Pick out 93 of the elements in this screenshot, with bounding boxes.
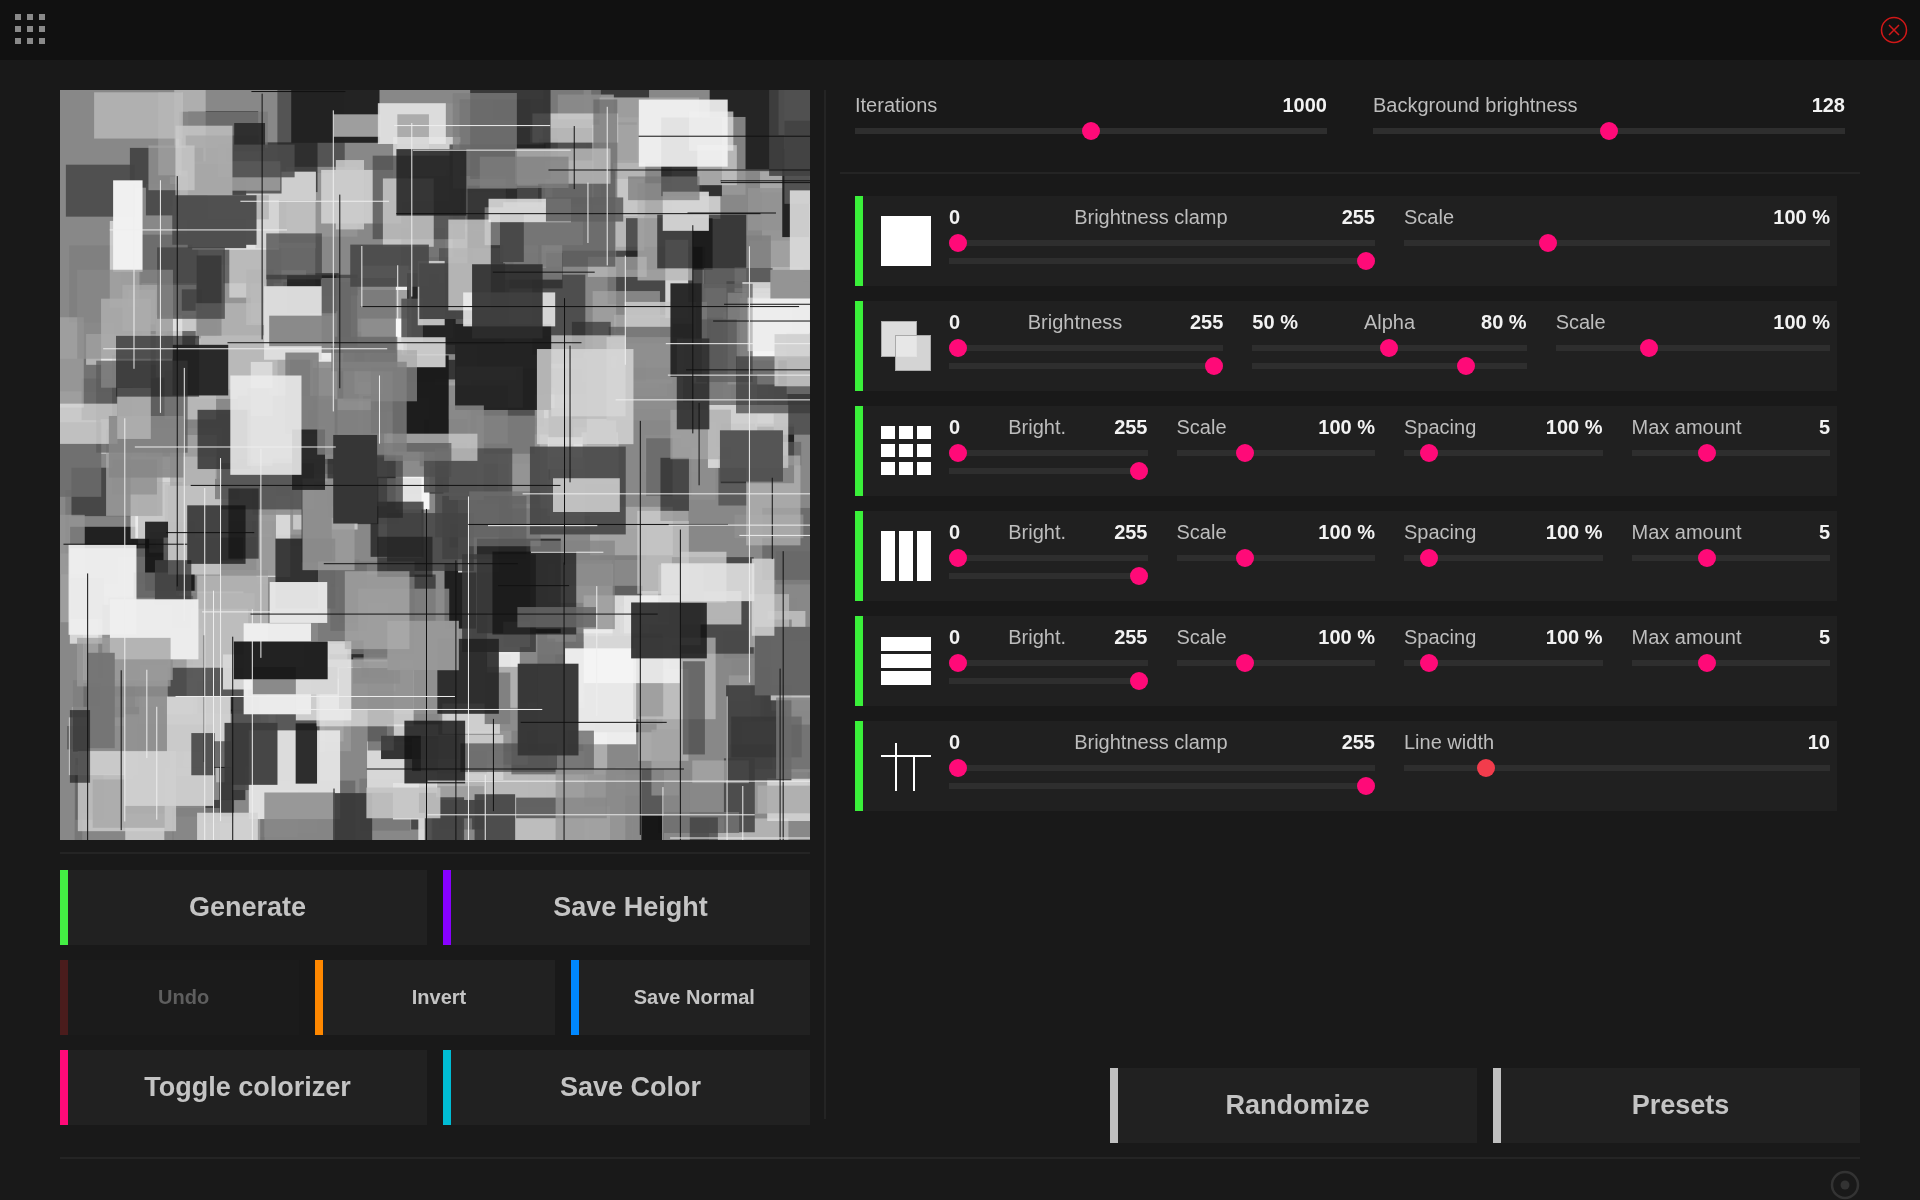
slider-thumb[interactable] — [1205, 357, 1224, 375]
action-button[interactable]: Save Normal — [570, 960, 810, 1035]
range-min-value: 0 — [949, 626, 961, 649]
slider-value: 100 % — [1318, 626, 1375, 649]
slider-label: Background brightness — [1373, 94, 1578, 117]
slider-thumb[interactable] — [1640, 339, 1659, 357]
action-button[interactable]: Toggle colorizer — [60, 1050, 427, 1125]
slider-value: 100 % — [1773, 206, 1830, 229]
range-min-value: 0 — [949, 416, 961, 439]
slider-label: Max amount — [1631, 626, 1742, 649]
rows-icon — [881, 636, 931, 686]
range-min-value: 0 — [949, 521, 961, 544]
range-min-value: 50 % — [1252, 311, 1298, 334]
slider-value: 5 — [1818, 521, 1830, 544]
action-button[interactable]: Presets — [1493, 1068, 1860, 1143]
slider-label: Spacing — [1404, 416, 1477, 439]
slider-label: Spacing — [1404, 521, 1477, 544]
range-min-value: 0 — [949, 731, 961, 754]
range-max-value: 255 — [1114, 626, 1148, 649]
slider-thumb[interactable] — [949, 759, 967, 777]
slider-thumb[interactable] — [1129, 672, 1148, 690]
slider-thumb[interactable] — [1236, 549, 1255, 567]
range-min-value: 0 — [949, 206, 961, 229]
range-max-value: 255 — [1114, 416, 1148, 439]
slider-label: Scale — [1176, 626, 1227, 649]
range-max-value: 80 % — [1481, 311, 1527, 334]
slider-label: Brightness clamp — [1074, 206, 1228, 229]
slider-label: Bright. — [1008, 521, 1067, 544]
slider-value: 1000 — [1282, 94, 1327, 117]
slider-thumb[interactable] — [1698, 549, 1717, 567]
slider-thumb[interactable] — [1420, 654, 1439, 672]
app-grid-icon[interactable] — [15, 14, 47, 46]
slider-label: Alpha — [1363, 311, 1416, 334]
slider-thumb[interactable] — [1357, 252, 1375, 270]
slider-thumb[interactable] — [1477, 759, 1496, 777]
action-button[interactable]: Randomize — [1110, 1068, 1477, 1143]
action-button[interactable]: Save Color — [443, 1050, 810, 1125]
slider-label: Iterations — [855, 94, 938, 117]
action-button[interactable]: Invert — [315, 960, 555, 1035]
slider-thumb[interactable] — [1236, 444, 1255, 462]
slider-label: Brightness clamp — [1074, 731, 1228, 754]
slider-thumb[interactable] — [1420, 444, 1439, 462]
range-min-value: 0 — [949, 311, 961, 334]
slider-thumb[interactable] — [949, 339, 967, 357]
slider-thumb[interactable] — [1129, 462, 1148, 480]
overlapping-squares-icon — [881, 321, 931, 371]
action-button[interactable]: Generate — [60, 870, 427, 945]
slider-label: Scale — [1176, 416, 1227, 439]
slider-thumb[interactable] — [1082, 122, 1100, 140]
slider-label: Max amount — [1631, 416, 1742, 439]
crossed-lines-icon — [881, 741, 931, 791]
close-icon[interactable] — [1880, 16, 1908, 44]
range-max-value: 255 — [1341, 731, 1375, 754]
slider-thumb[interactable] — [1457, 357, 1476, 375]
slider-value: 100 % — [1545, 521, 1603, 544]
square-icon — [881, 216, 931, 266]
slider-thumb[interactable] — [1600, 122, 1618, 140]
slider-thumb[interactable] — [1538, 234, 1557, 252]
slider-thumb[interactable] — [949, 444, 967, 462]
slider-value: 5 — [1818, 626, 1830, 649]
slider-label: Max amount — [1631, 521, 1742, 544]
slider-thumb[interactable] — [949, 234, 967, 252]
slider-value: 100 % — [1318, 521, 1375, 544]
slider-value: 100 % — [1545, 416, 1603, 439]
slider-value: 5 — [1818, 416, 1830, 439]
slider-label: Line width — [1404, 731, 1495, 754]
slider-value: 10 — [1807, 731, 1830, 754]
slider-value: 128 — [1811, 94, 1845, 117]
slider-label: Scale — [1555, 311, 1606, 334]
slider-thumb[interactable] — [1420, 549, 1439, 567]
slider-label: Scale — [1176, 521, 1227, 544]
slider-value: 100 % — [1318, 416, 1375, 439]
slider-thumb[interactable] — [1129, 567, 1148, 585]
columns-icon — [881, 531, 931, 581]
range-max-value: 255 — [1341, 206, 1375, 229]
range-max-value: 255 — [1189, 311, 1224, 334]
slider-thumb[interactable] — [1698, 444, 1717, 462]
action-button[interactable]: Save Height — [443, 870, 810, 945]
slider-thumb[interactable] — [949, 654, 967, 672]
slider-label: Spacing — [1404, 626, 1477, 649]
grid-icon — [881, 426, 931, 476]
slider-thumb[interactable] — [949, 549, 967, 567]
slider-thumb[interactable] — [1357, 777, 1375, 795]
slider-label: Brightness — [1027, 311, 1123, 334]
slider-thumb[interactable] — [1698, 654, 1717, 672]
slider-value: 100 % — [1545, 626, 1603, 649]
slider-thumb[interactable] — [1380, 339, 1399, 357]
slider-thumb[interactable] — [1236, 654, 1255, 672]
slider-label: Bright. — [1008, 416, 1067, 439]
slider-label: Scale — [1404, 206, 1455, 229]
slider-value: 100 % — [1773, 311, 1830, 334]
slider-label: Bright. — [1008, 626, 1067, 649]
range-max-value: 255 — [1114, 521, 1148, 544]
